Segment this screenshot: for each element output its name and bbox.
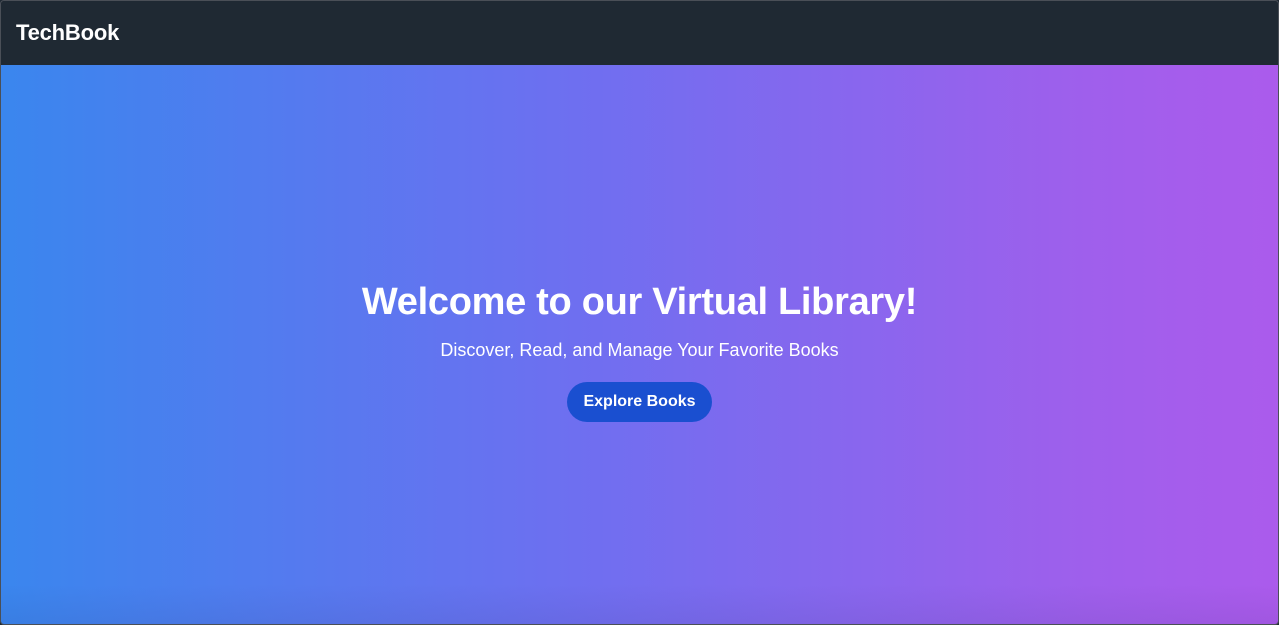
top-navbar: TechBook	[1, 1, 1278, 65]
brand-logo-link[interactable]: TechBook	[16, 20, 119, 46]
hero-subtitle: Discover, Read, and Manage Your Favorite…	[440, 340, 839, 360]
app-window: TechBook Welcome to our Virtual Library!…	[0, 0, 1279, 625]
hero-banner: Welcome to our Virtual Library! Discover…	[1, 65, 1278, 624]
hero-title: Welcome to our Virtual Library!	[361, 281, 918, 323]
explore-books-button[interactable]: Explore Books	[567, 382, 712, 422]
